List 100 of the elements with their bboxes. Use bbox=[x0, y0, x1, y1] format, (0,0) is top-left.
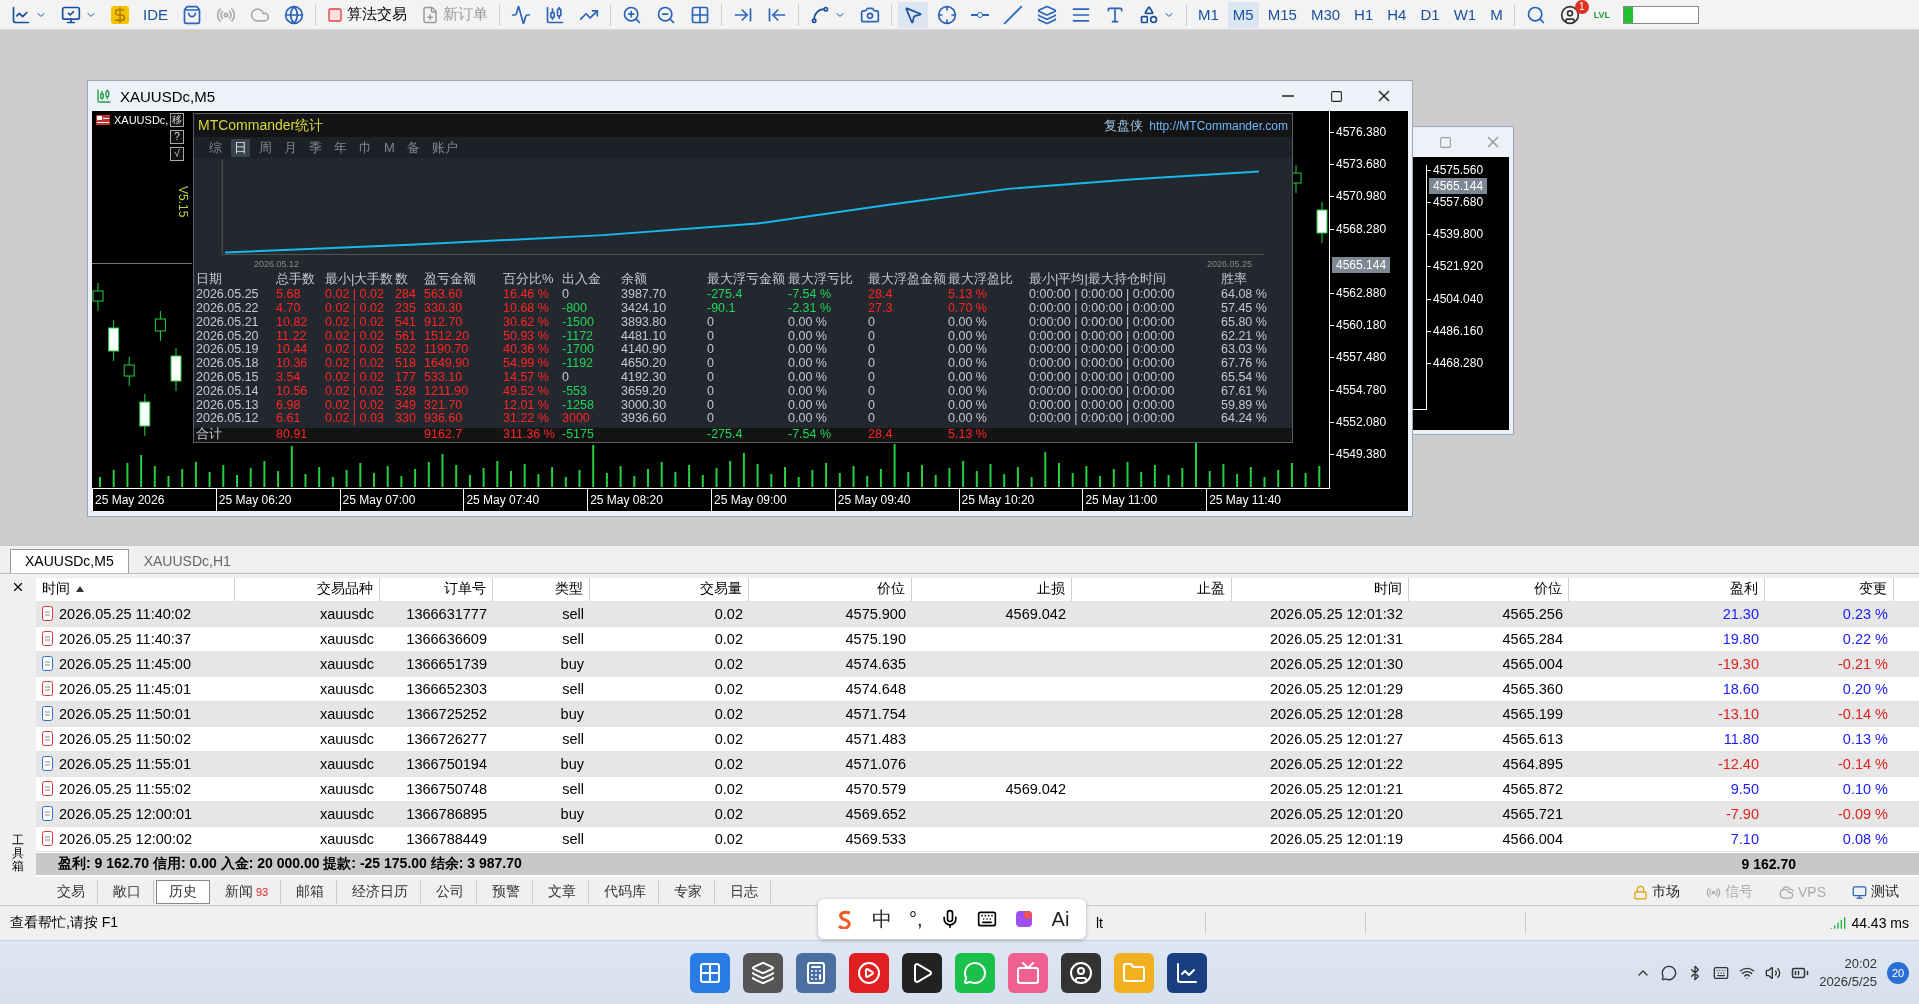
column-header[interactable]: 价位 bbox=[1409, 577, 1569, 601]
column-header[interactable]: 止损 bbox=[912, 577, 1072, 601]
notification-badge[interactable]: 20 bbox=[1887, 961, 1909, 984]
period-tab[interactable]: 周 bbox=[256, 138, 275, 157]
toolbox-tab[interactable]: 公司 bbox=[423, 880, 478, 905]
table-cell-text: 533.10 bbox=[424, 371, 464, 385]
table-cell-text: 561 bbox=[395, 329, 417, 344]
toolbox-tab[interactable]: 日志 bbox=[717, 880, 772, 905]
column-header[interactable]: 类型 bbox=[493, 577, 590, 601]
table-cell-text: 0 bbox=[868, 315, 876, 330]
table-cell-text: 0 bbox=[868, 398, 876, 413]
timeframe-button[interactable]: H4 bbox=[1382, 1, 1412, 28]
period-tab[interactable]: 日 bbox=[231, 138, 250, 157]
toolbox-tab[interactable]: 专家 bbox=[661, 880, 716, 905]
total-cell-text: 合计 bbox=[196, 428, 223, 442]
table-cell-text: 6.61 bbox=[276, 412, 302, 427]
table-cell-text: 0.13 % bbox=[1841, 729, 1889, 749]
user-icon bbox=[1559, 4, 1580, 25]
table-cell-text: 1366636609 bbox=[405, 629, 488, 649]
ide-button[interactable]: IDE bbox=[138, 1, 173, 28]
column-header[interactable]: 时间 bbox=[36, 577, 235, 601]
table-cell-text: 4192.30 bbox=[621, 371, 668, 385]
toolbox-tab[interactable]: 文章 bbox=[535, 880, 590, 905]
price-axis-label: 4557.680 bbox=[1427, 195, 1484, 228]
period-tab[interactable]: 综 bbox=[206, 138, 225, 157]
table-cell-text: 64.24 % bbox=[1221, 412, 1268, 427]
table-cell-text: -1258 bbox=[562, 398, 595, 413]
timeframe-button[interactable]: M15 bbox=[1262, 1, 1302, 28]
period-tab[interactable]: 账户 bbox=[428, 138, 461, 157]
table-cell-text: 235 bbox=[395, 302, 417, 316]
panel-side-button[interactable]: √ bbox=[170, 147, 184, 161]
period-tab[interactable]: 备 bbox=[403, 138, 423, 157]
panel-side-button[interactable]: 移 bbox=[170, 113, 184, 127]
toolbox-tab[interactable]: 经济日历 bbox=[339, 880, 422, 905]
toolbox-tab[interactable]: 邮箱 bbox=[283, 880, 338, 905]
table-cell-text: 3936.60 bbox=[621, 412, 668, 427]
table-cell-text: 12.01 % bbox=[503, 398, 550, 413]
taskbar-app-button[interactable] bbox=[1167, 952, 1207, 993]
table-cell-text: 0:00:00 | 0:00:00 | 0:00:00 bbox=[1029, 315, 1176, 330]
timeframe-button[interactable]: D1 bbox=[1415, 1, 1445, 28]
column-header[interactable]: 变更 bbox=[1765, 577, 1894, 601]
table-cell-text: 50.93 % bbox=[503, 329, 550, 344]
timeframe-button[interactable]: M bbox=[1485, 1, 1508, 28]
timeframe-button[interactable]: H1 bbox=[1349, 1, 1379, 28]
panel-button[interactable]: 市场 bbox=[1627, 882, 1686, 903]
toolbox-tab[interactable]: 新闻 93 bbox=[212, 880, 282, 905]
table-cell-text: 0 bbox=[562, 371, 570, 385]
website-link[interactable]: http://MTCommander.com bbox=[1149, 118, 1288, 133]
timeframe-button[interactable]: W1 bbox=[1448, 1, 1482, 28]
column-header[interactable]: 交易量 bbox=[590, 577, 749, 601]
column-header: 最大浮盈金额 bbox=[868, 270, 947, 289]
table-cell-text: 0:00:00 | 0:00:00 | 0:00:00 bbox=[1029, 288, 1176, 303]
table-cell-text: 0.20 % bbox=[1841, 679, 1889, 699]
price-axis-label: 4573.680 bbox=[1330, 157, 1408, 190]
timeframe-button[interactable]: M30 bbox=[1305, 1, 1346, 28]
table-cell-text: 9.50 bbox=[1729, 779, 1760, 799]
panel-button[interactable]: 测试 bbox=[1846, 882, 1905, 903]
toolbox-tab[interactable]: 预警 bbox=[479, 880, 534, 905]
signal-bars-icon bbox=[1830, 915, 1847, 931]
period-tab[interactable]: 季 bbox=[306, 138, 325, 157]
time-axis-label: 25 May 11:00 bbox=[1082, 489, 1207, 511]
column-header[interactable]: 订单号 bbox=[380, 577, 493, 601]
period-tab[interactable]: M bbox=[381, 138, 398, 157]
table-cell-text: 321.70 bbox=[424, 398, 464, 413]
column-header[interactable]: 止盈 bbox=[1072, 577, 1232, 601]
toolbox-tab[interactable]: 敞口 bbox=[100, 880, 154, 905]
cursor-button[interactable] bbox=[898, 1, 928, 28]
period-tab[interactable]: 月 bbox=[281, 138, 300, 157]
table-cell-text: 2026.05.22 bbox=[196, 302, 260, 316]
period-tab[interactable]: 年 bbox=[331, 138, 350, 157]
panel-side-button[interactable]: ? bbox=[170, 130, 184, 144]
table-cell-text: 10.68 % bbox=[503, 302, 550, 316]
chart-tab[interactable]: XAUUSDc,M5 bbox=[10, 548, 129, 573]
timeframe-button[interactable]: M5 bbox=[1227, 1, 1259, 28]
table-cell-text: xauusdc bbox=[319, 654, 375, 674]
table-cell-text: sell bbox=[561, 604, 585, 624]
table-cell: 2026.05.25 11:50:02 bbox=[36, 726, 235, 751]
taskbar-app-button[interactable] bbox=[1061, 952, 1101, 993]
candle bbox=[170, 347, 182, 392]
chart-tab[interactable]: XAUUSDc,H1 bbox=[128, 548, 246, 573]
price-axis-label: 4552.080 bbox=[1330, 414, 1408, 447]
table-cell-text: 0.02 bbox=[713, 604, 744, 624]
column-header[interactable]: 交易品种 bbox=[235, 577, 380, 601]
algo-trading-button[interactable]: 算法交易 bbox=[322, 1, 412, 28]
table-cell-text: 0.00 % bbox=[948, 357, 988, 371]
period-tab[interactable]: 巾 bbox=[356, 138, 375, 157]
table-cell-text: 0.00 % bbox=[788, 343, 828, 358]
column-header[interactable]: 价位 bbox=[749, 577, 912, 601]
toolbox-tab[interactable]: 代码库 bbox=[591, 880, 660, 905]
taskbar-app-button[interactable] bbox=[902, 952, 942, 993]
toolbox-tab[interactable]: 历史 bbox=[156, 880, 210, 905]
price-axis-label: 4504.040 bbox=[1427, 291, 1484, 324]
table-cell-text: 2026.05.18 bbox=[196, 357, 260, 371]
column-header[interactable]: 时间 bbox=[1232, 577, 1409, 601]
timeframe-button[interactable]: M1 bbox=[1193, 1, 1224, 28]
time-axis-label: 25 May 07:00 bbox=[339, 489, 464, 511]
taskbar-app-button[interactable] bbox=[743, 952, 783, 993]
toolbox-tab[interactable]: 交易 bbox=[44, 880, 98, 905]
column-header[interactable]: 盈利 bbox=[1569, 577, 1765, 601]
minimize-icon bbox=[1282, 95, 1294, 97]
